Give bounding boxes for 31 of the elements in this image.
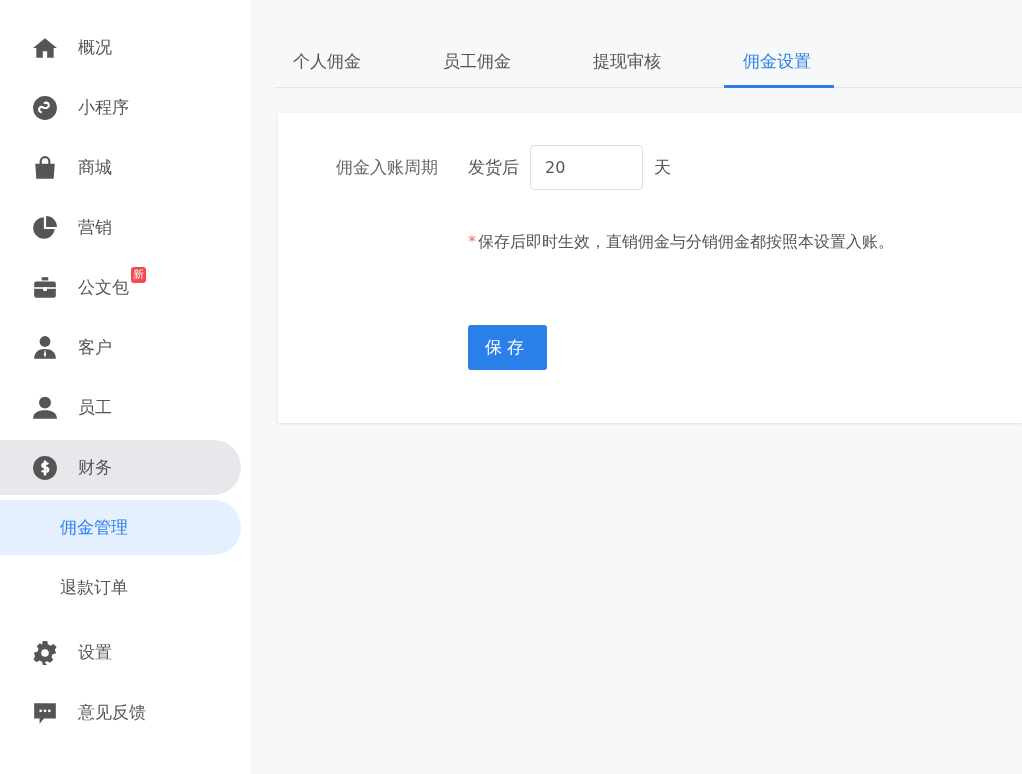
sidebar-subitem[interactable]: 佣金管理: [0, 500, 241, 555]
link-icon: [32, 94, 58, 121]
tab[interactable]: 员工佣金: [424, 44, 534, 88]
settings-icon: [32, 639, 58, 666]
dollar-icon: [32, 454, 58, 481]
sidebar-item[interactable]: 公文包 新: [0, 260, 241, 315]
sidebar-subitem[interactable]: 退款订单: [0, 560, 241, 615]
sidebar-item[interactable]: 概况: [0, 20, 241, 75]
unit-text: 天: [654, 156, 671, 179]
tab[interactable]: 提现审核: [574, 44, 684, 88]
person-tie-icon: [32, 334, 58, 361]
sidebar-item[interactable]: 商城: [0, 140, 241, 195]
note-text: *保存后即时生效，直销佣金与分销佣金都按照本设置入账。: [468, 232, 895, 253]
sidebar-item[interactable]: 设置: [0, 625, 241, 680]
prefix-text: 发货后: [468, 156, 519, 179]
shopping-bag-icon: [32, 154, 58, 181]
save-button[interactable]: 保存: [468, 325, 547, 370]
sidebar-item[interactable]: 客户: [0, 320, 241, 375]
sidebar-item[interactable]: 财务: [0, 440, 241, 495]
tab[interactable]: 佣金设置: [724, 44, 834, 88]
pie-chart-icon: [32, 214, 58, 241]
sidebar-item[interactable]: 意见反馈: [0, 685, 241, 740]
sidebar-item[interactable]: 小程序: [0, 80, 241, 135]
briefcase-icon: [32, 274, 58, 301]
field-label: 佣金入账周期: [335, 156, 439, 179]
tab[interactable]: 个人佣金: [274, 44, 384, 88]
user-icon: [32, 394, 58, 421]
days-input[interactable]: 20: [530, 145, 643, 190]
new-badge: 新: [131, 267, 146, 283]
sidebar-item[interactable]: 营销: [0, 200, 241, 255]
sidebar-item[interactable]: 员工: [0, 380, 241, 435]
